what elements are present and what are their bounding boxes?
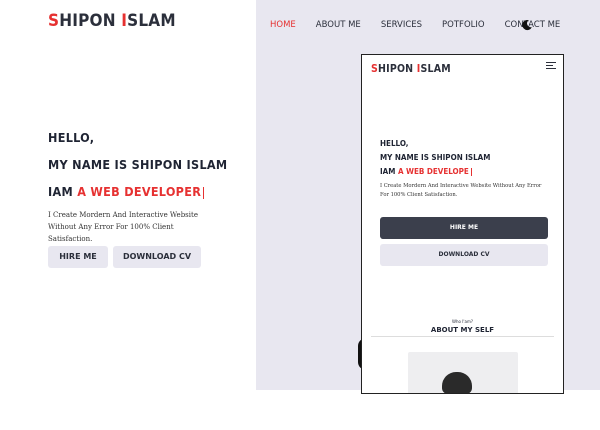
nav-about[interactable]: ABOUT ME: [316, 20, 361, 30]
mobile-hire-me-button[interactable]: HIRE ME: [380, 217, 548, 239]
typing-cursor: [203, 186, 205, 199]
hero-hello: HELLO,: [48, 130, 95, 145]
site-logo[interactable]: SHIPON ISLAM: [48, 11, 176, 31]
about-heading: ABOUT MY SELF: [430, 326, 495, 334]
hero-section: HELLO, MY NAME IS SHIPON ISLAM IAM A WEB…: [48, 124, 227, 245]
download-cv-button[interactable]: DOWNLOAD CV: [113, 246, 201, 268]
mobile-logo[interactable]: SHIPON ISLAM: [371, 63, 451, 75]
nav-services[interactable]: SERVICES: [381, 20, 422, 30]
section-divider: [371, 336, 554, 337]
hamburger-menu-icon[interactable]: [546, 62, 556, 70]
who-am-label: Who I'am?: [452, 319, 473, 324]
mobile-hero: HELLO, MY NAME IS SHIPON ISLAM IAM A WEB…: [380, 139, 542, 198]
mobile-preview: SHIPON ISLAM HELLO, MY NAME IS SHIPON IS…: [361, 54, 564, 394]
nav-home[interactable]: HOME: [270, 20, 296, 30]
hire-me-button[interactable]: HIRE ME: [48, 246, 108, 268]
mobile-download-cv-button[interactable]: DOWNLOAD CV: [380, 244, 548, 266]
hero-role: A WEB DEVELOPER: [77, 184, 202, 199]
nav-portfolio[interactable]: POTFOLIO: [442, 20, 485, 30]
main-nav: HOME ABOUT ME SERVICES POTFOLIO CONTACT …: [270, 20, 560, 30]
profile-photo: [408, 352, 518, 393]
moon-icon[interactable]: [521, 19, 533, 31]
hero-description: I Create Mordern And Interactive Website…: [48, 211, 198, 243]
hero-name-line: MY NAME IS SHIPON ISLAM: [48, 157, 228, 172]
hero-role-line: IAM A WEB DEVELOPER: [48, 178, 227, 205]
